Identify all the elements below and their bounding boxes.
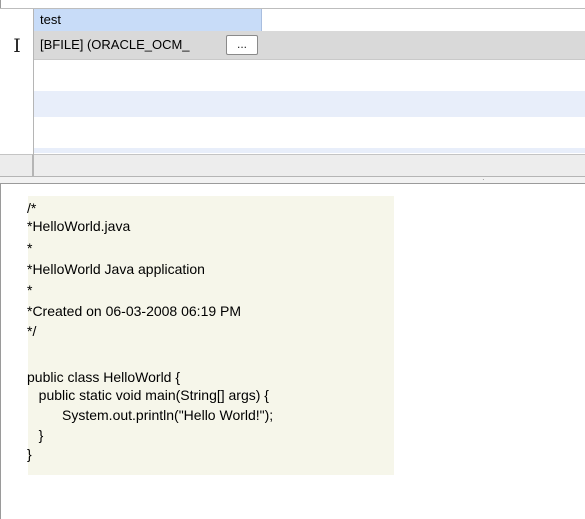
table-row[interactable] <box>34 60 585 91</box>
horizontal-scrollbar[interactable] <box>34 154 585 176</box>
code-line: *HelloWorld.java <box>27 218 131 234</box>
table-row[interactable]: [BFILE] (ORACLE_OCM_ ... <box>34 31 585 60</box>
code-line: public static void main(String[] args) { <box>27 387 269 403</box>
code-line: */ <box>27 323 37 339</box>
code-block <box>28 196 394 475</box>
column-header-test[interactable]: test <box>34 9 262 31</box>
table-row[interactable] <box>34 91 585 117</box>
browse-ellipsis-button[interactable]: ... <box>226 35 258 55</box>
code-line: * <box>27 282 33 298</box>
scrollbar-corner <box>0 154 33 176</box>
header-corner <box>0 9 34 31</box>
pane-splitter[interactable] <box>0 176 585 184</box>
code-line: public class HelloWorld { <box>27 369 181 385</box>
code-line: *Created on 06-03-2008 06:19 PM <box>27 303 242 319</box>
text-cursor-icon: I <box>13 35 21 57</box>
code-line: /* <box>27 200 37 216</box>
splitter-grip-icon[interactable]: · <box>482 176 488 184</box>
code-line: } <box>27 427 44 443</box>
code-line: } <box>27 446 32 462</box>
code-line: * <box>27 240 33 256</box>
code-line: System.out.println("Hello World!"); <box>27 407 274 423</box>
code-line: *HelloWorld Java application <box>27 261 205 277</box>
table-row[interactable] <box>34 117 585 148</box>
column-header-row: test <box>0 8 585 32</box>
table-row[interactable] <box>34 148 585 153</box>
bfile-cell[interactable]: [BFILE] (ORACLE_OCM_ <box>40 37 190 52</box>
